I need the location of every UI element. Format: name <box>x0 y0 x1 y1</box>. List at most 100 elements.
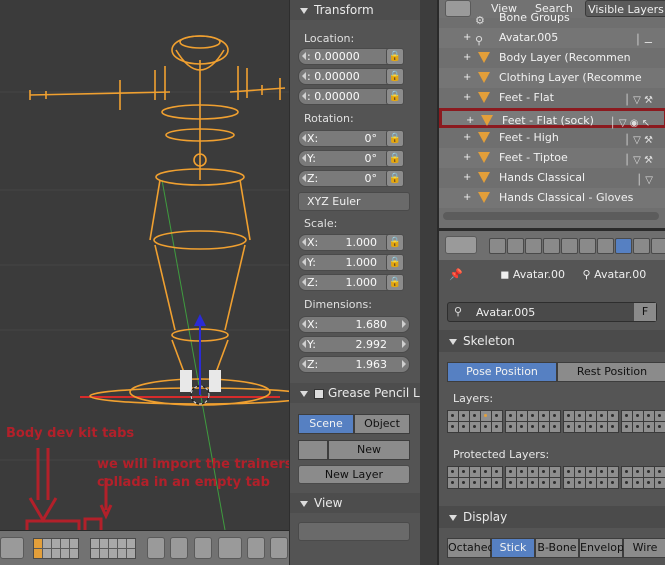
annotation-import-note-2: collada in an empty tab <box>97 475 270 490</box>
bone-constraint-icon[interactable] <box>651 238 665 254</box>
outliner-row-highlighted[interactable]: + Feet - Flat (sock) │ ▽ ◉ ↖ <box>439 108 665 129</box>
pencil-icon[interactable] <box>298 440 328 460</box>
protected-layers-grid-b[interactable] <box>505 466 561 489</box>
transform-section-header[interactable]: Transform <box>290 0 420 20</box>
protected-layers-grid-a[interactable] <box>447 466 503 489</box>
location-z-field[interactable]: : 0.00000 <box>298 88 400 105</box>
bone-layers-grid-a[interactable] <box>447 410 503 433</box>
bone-layers-grid-b[interactable] <box>505 410 561 433</box>
rotation-x-field[interactable]: X: 0° <box>298 130 400 147</box>
layer-grid-body-dev-kit[interactable] <box>33 538 79 559</box>
scene-icon[interactable] <box>525 238 542 254</box>
snap-element-icon[interactable] <box>218 537 242 559</box>
layers-label: Layers: <box>453 392 494 405</box>
rotation-y-field[interactable]: Y: 0° <box>298 150 400 167</box>
render-context-icon[interactable] <box>489 238 506 254</box>
rest-position-button[interactable]: Rest Position <box>557 362 665 382</box>
camera-icon[interactable] <box>270 537 288 559</box>
mesh-icon: ◼ <box>500 268 510 281</box>
grease-pencil-section-header[interactable]: Grease Pencil L <box>290 383 420 403</box>
outliner-scrollbar[interactable] <box>443 212 659 220</box>
bone-layers-grid-c[interactable] <box>563 410 619 433</box>
rotation-mode-select[interactable]: XYZ Euler <box>298 192 410 211</box>
scene-button[interactable]: Scene <box>298 414 354 434</box>
mode-menu[interactable] <box>0 537 24 559</box>
location-label: Location: <box>304 32 355 45</box>
lock-camera-icon[interactable] <box>147 537 165 559</box>
dimension-y-field[interactable]: Y: 2.992 <box>298 336 410 353</box>
object-icon[interactable] <box>561 238 578 254</box>
properties-context-bar <box>439 228 665 260</box>
view-title: View <box>314 496 343 510</box>
display-wire-button[interactable]: Wire <box>623 538 665 558</box>
scale-y-field[interactable]: Y: 1.000 <box>298 254 400 271</box>
modifiers-icon[interactable] <box>597 238 614 254</box>
skeleton-section-header[interactable]: Skeleton <box>439 330 665 352</box>
outliner-row[interactable]: + Hands Classical - Gloves <box>439 188 665 208</box>
lock-icon[interactable]: 🔒 <box>386 88 404 105</box>
snap-icon[interactable] <box>194 537 212 559</box>
display-envelope-button[interactable]: Envelop <box>579 538 624 558</box>
datablock-name[interactable]: Avatar.005 <box>476 306 535 319</box>
fake-user-button[interactable]: F <box>634 303 656 321</box>
outliner[interactable]: View Search Visible Layers ⚙ Bone Groups … <box>437 0 665 228</box>
lock-icon[interactable]: 🔒 <box>386 170 404 187</box>
bone-layers-grid-d[interactable] <box>621 410 665 433</box>
render-layers-icon[interactable] <box>507 238 524 254</box>
view-section-header[interactable]: View <box>290 493 420 513</box>
lock-icon[interactable]: 🔒 <box>386 130 404 147</box>
scale-x-field[interactable]: X: 1.000 <box>298 234 400 251</box>
armature-data-icon[interactable] <box>615 238 632 254</box>
editor-type-icon[interactable] <box>445 236 477 254</box>
world-icon[interactable] <box>543 238 560 254</box>
datablock-selector[interactable]: ⚲ Avatar.005 F <box>447 302 657 322</box>
lock-icon[interactable]: 🔒 <box>386 254 404 271</box>
display-bbone-button[interactable]: B-Bone <box>535 538 579 558</box>
lock-icon[interactable]: 🔒 <box>386 274 404 291</box>
bone-icon[interactable] <box>633 238 650 254</box>
checkbox-icon[interactable] <box>314 388 324 399</box>
3d-viewport[interactable]: Body dev kit tabs we will import the tra… <box>0 0 289 530</box>
outliner-row[interactable]: + Feet - Tiptoe │ ▽ ⚒ <box>439 148 665 168</box>
dimension-z-field[interactable]: Z: 1.963 <box>298 356 410 373</box>
constraints-icon[interactable] <box>579 238 596 254</box>
protected-layers-grid-d[interactable] <box>621 466 665 489</box>
view-field[interactable] <box>298 522 410 541</box>
collapse-icon <box>300 390 308 397</box>
outliner-row[interactable]: + Hands Classical │ ▽ <box>439 168 665 188</box>
object-button[interactable]: Object <box>354 414 410 434</box>
outliner-row[interactable]: + Feet - High │ ▽ ⚒ <box>439 128 665 148</box>
lock-icon[interactable]: 🔒 <box>386 48 404 65</box>
lock-icon[interactable]: 🔒 <box>386 234 404 251</box>
pose-position-button[interactable]: Pose Position <box>447 362 557 382</box>
render-icon[interactable] <box>247 537 265 559</box>
lock-icon[interactable]: 🔒 <box>386 68 404 85</box>
display-section-header[interactable]: Display <box>439 506 665 528</box>
properties-sidebar: Transform Location: : 0.00000 🔒 : 0.0000… <box>289 0 420 565</box>
new-layer-button[interactable]: New Layer <box>298 465 410 484</box>
outliner-row[interactable]: + ⚲ Avatar.005 │ ⚊ <box>439 28 665 48</box>
location-x-field[interactable]: : 0.00000 <box>298 48 400 65</box>
protected-layers-grid-c[interactable] <box>563 466 619 489</box>
layer-grid-empty[interactable] <box>90 538 136 559</box>
display-stick-button[interactable]: Stick <box>491 538 535 558</box>
rotation-z-field[interactable]: Z: 0° <box>298 170 400 187</box>
new-button[interactable]: New <box>328 440 410 460</box>
outliner-row[interactable]: + Body Layer (Recommen <box>439 48 665 68</box>
proportional-edit-icon[interactable] <box>170 537 188 559</box>
viewport-header <box>0 530 289 565</box>
lock-icon[interactable]: 🔒 <box>386 150 404 167</box>
protected-layers-label: Protected Layers: <box>453 448 550 461</box>
pin-icon[interactable]: 📌 <box>449 268 463 281</box>
outliner-row[interactable]: ⚙ Bone Groups <box>439 8 665 28</box>
outliner-row[interactable]: + Feet - Flat │ ▽ ⚒ <box>439 88 665 108</box>
breadcrumb: 📌 ◼ Avatar.00 ⚲ Avatar.00 <box>449 268 646 281</box>
dimension-x-field[interactable]: X: 1.680 <box>298 316 410 333</box>
outliner-row[interactable]: + Clothing Layer (Recomme <box>439 68 665 88</box>
scale-z-field[interactable]: Z: 1.000 <box>298 274 400 291</box>
display-octahedral-button[interactable]: Octahed <box>447 538 494 558</box>
location-y-field[interactable]: : 0.00000 <box>298 68 400 85</box>
rotation-label: Rotation: <box>304 112 354 125</box>
annotation-body-dev-kit: Body dev kit tabs <box>6 426 135 441</box>
skeleton-title: Skeleton <box>463 334 515 348</box>
